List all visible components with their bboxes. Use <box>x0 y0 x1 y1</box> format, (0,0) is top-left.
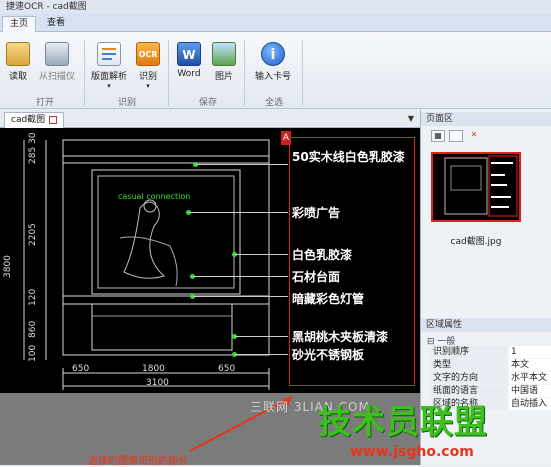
leader-line <box>235 354 288 355</box>
ribbon-separator <box>84 40 85 106</box>
thumbnail-filename: cad截图.jpg <box>450 237 502 247</box>
save-word-button[interactable]: W Word <box>174 42 204 79</box>
document-tab-label: cad截图 <box>11 115 46 125</box>
layout-icon <box>97 42 121 66</box>
poster-text: casual connection <box>118 192 191 201</box>
scan-button[interactable]: 从扫描仪 <box>34 42 80 82</box>
ribbon-separator <box>302 40 303 106</box>
dimension-label: 30 <box>28 132 38 144</box>
close-tab-icon[interactable] <box>49 115 58 124</box>
leader-line <box>235 254 288 255</box>
leader-line <box>196 164 288 165</box>
group-recognize-label: 识别 <box>117 98 136 108</box>
group-open-label: 打开 <box>35 98 54 108</box>
info-icon: i <box>261 42 285 66</box>
tab-view[interactable]: 查看 <box>40 16 72 32</box>
dimension-label: 3800 <box>3 255 13 278</box>
ribbon-separator <box>168 40 169 106</box>
recognize-button[interactable]: OCR 识别 ▾ <box>134 42 162 90</box>
group-save-label: 保存 <box>198 98 217 108</box>
group-select-all-label: 全选 <box>264 98 283 108</box>
picture-icon <box>212 42 236 66</box>
leader-line <box>189 212 288 213</box>
enter-serial-button[interactable]: i 输入卡号 <box>250 42 296 82</box>
property-row[interactable]: 文字的方向 水平本文 <box>427 372 551 384</box>
properties-header: 区域属性 <box>421 318 551 332</box>
watermark-url: www.jsgho.com <box>350 444 474 460</box>
document-tab-strip: cad截图 ▼ <box>0 110 420 128</box>
dimension-label: 100 <box>28 344 38 362</box>
chevron-down-icon: ▾ <box>146 82 150 90</box>
window-title: 捷速OCR - cad截图 <box>0 0 551 14</box>
dimension-label: 650 <box>72 364 90 374</box>
page-icon[interactable] <box>449 130 463 142</box>
dimension-label: 1800 <box>142 364 165 374</box>
property-row[interactable]: 识别顺序 1 <box>427 346 551 358</box>
dimension-label: 860 <box>28 320 38 338</box>
leader-line <box>235 336 288 337</box>
property-row[interactable]: 类型 本文 <box>427 359 551 371</box>
watermark-logo: 技术员联盟 <box>318 402 488 441</box>
ocr-icon: OCR <box>136 42 160 66</box>
dimension-label: 3100 <box>146 378 169 388</box>
tab-home[interactable]: 主页 <box>2 16 37 32</box>
leader-line <box>193 276 288 277</box>
scanner-icon <box>45 42 69 66</box>
dimension-label: 650 <box>218 364 236 374</box>
ribbon-separator <box>244 40 245 106</box>
dimension-label: 120 <box>28 288 38 306</box>
save-image-button[interactable]: 图片 <box>210 42 238 82</box>
dimension-label: 2205 <box>28 223 38 246</box>
thumbnail-drawing <box>444 155 518 217</box>
dimension-label: 285 <box>28 146 38 164</box>
pages-header: 页面区 <box>421 112 551 126</box>
ribbon-tabs: 主页 查看 <box>0 14 551 32</box>
region-marker[interactable]: A <box>281 131 291 145</box>
layout-analysis-button[interactable]: 版面解析 ▾ <box>88 42 130 90</box>
word-icon: W <box>177 42 201 66</box>
chevron-down-icon[interactable]: ▼ <box>408 114 414 123</box>
selection-region[interactable] <box>289 137 415 386</box>
chevron-down-icon: ▾ <box>107 82 111 90</box>
folder-open-icon <box>6 42 30 66</box>
thumbnail-view-icon[interactable]: ▦ <box>431 130 445 142</box>
delete-icon[interactable]: ✕ <box>467 130 481 142</box>
page-thumbnail[interactable] <box>431 152 521 222</box>
ribbon: 读取 从扫描仪 打开 版面解析 ▾ OCR 识别 ▾ 识别 W Word 图片 … <box>0 32 551 109</box>
document-tab[interactable]: cad截图 <box>4 112 65 128</box>
leader-line <box>193 296 288 297</box>
image-canvas[interactable]: casual connection 50实木线白色乳胶漆 彩喷广告 白色乳胶漆 … <box>0 128 420 393</box>
read-button[interactable]: 读取 <box>6 42 30 82</box>
